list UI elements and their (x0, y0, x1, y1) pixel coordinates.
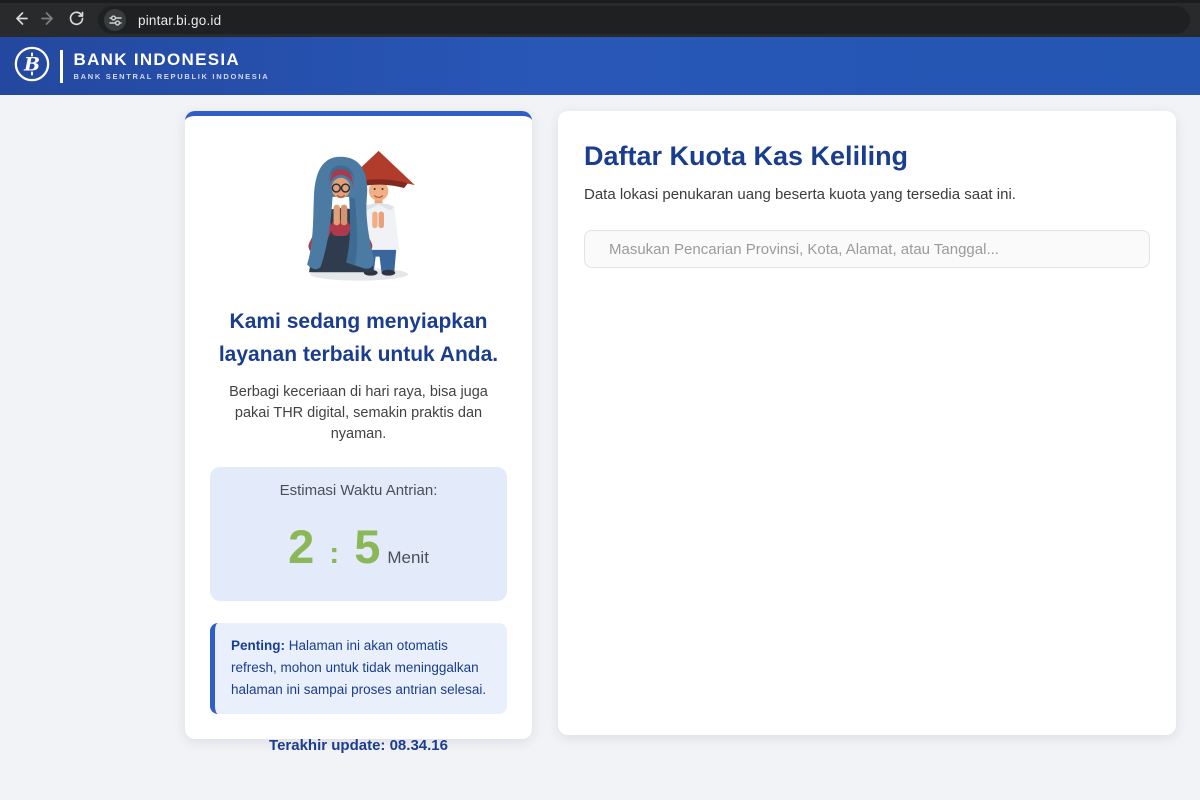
time-unit: Menit (387, 548, 429, 567)
queue-description: Berbagi keceriaan di hari raya, bisa jug… (229, 384, 488, 442)
bank-indonesia-logo-icon: B (13, 45, 51, 88)
search-input[interactable] (584, 230, 1150, 269)
forward-button[interactable] (34, 6, 62, 34)
estimate-time: 2 : 5 Menit (220, 523, 497, 571)
bank-tagline: BANK SENTRAL REPUBLIK INDONESIA (73, 72, 270, 82)
header-divider (60, 49, 63, 83)
site-info-icon[interactable] (104, 9, 126, 31)
back-icon (12, 10, 29, 30)
greeting-illustration (185, 142, 532, 289)
notice-label: Penting: (231, 638, 285, 653)
time-minutes: 2 (288, 520, 315, 573)
time-seconds: 5 (354, 520, 381, 573)
reload-icon (68, 10, 85, 30)
screen: pintar.bi.go.id B BANK INDONESIA BANK SE… (0, 0, 1200, 800)
brand-header: B BANK INDONESIA BANK SENTRAL REPUBLIK I… (0, 37, 1200, 95)
browser-toolbar: pintar.bi.go.id (0, 0, 1200, 37)
forward-icon (40, 10, 57, 30)
back-button[interactable] (6, 6, 34, 34)
quota-card: Daftar Kuota Kas Keliling Data lokasi pe… (558, 111, 1176, 735)
bank-name: BANK INDONESIA (73, 49, 240, 69)
quota-title: Daftar Kuota Kas Keliling (584, 141, 909, 171)
queue-heading-line2: layanan terbaik untuk Anda. (218, 343, 499, 366)
quota-subtitle: Data lokasi penukaran uang beserta kuota… (584, 186, 1016, 204)
time-colon: : (329, 537, 340, 570)
notice-box: Penting: Halaman ini akan otomatis refre… (210, 623, 507, 714)
url-bar[interactable]: pintar.bi.go.id (98, 6, 1190, 34)
queue-status-card: Kami sedang menyiapkan layanan terbaik u… (185, 111, 532, 754)
header-text: BANK INDONESIA BANK SENTRAL REPUBLIK IND… (73, 49, 270, 82)
reload-button[interactable] (62, 6, 90, 34)
url-text: pintar.bi.go.id (138, 12, 222, 28)
estimate-label: Estimasi Waktu Antrian: (279, 482, 438, 499)
last-update: Terakhir update: 08.34.16 (269, 736, 448, 754)
estimate-box: Estimasi Waktu Antrian: 2 : 5 Menit (210, 467, 507, 601)
queue-heading: Kami sedang menyiapkan layanan terbaik u… (207, 305, 510, 371)
queue-heading-line1: Kami sedang menyiapkan (229, 310, 488, 333)
